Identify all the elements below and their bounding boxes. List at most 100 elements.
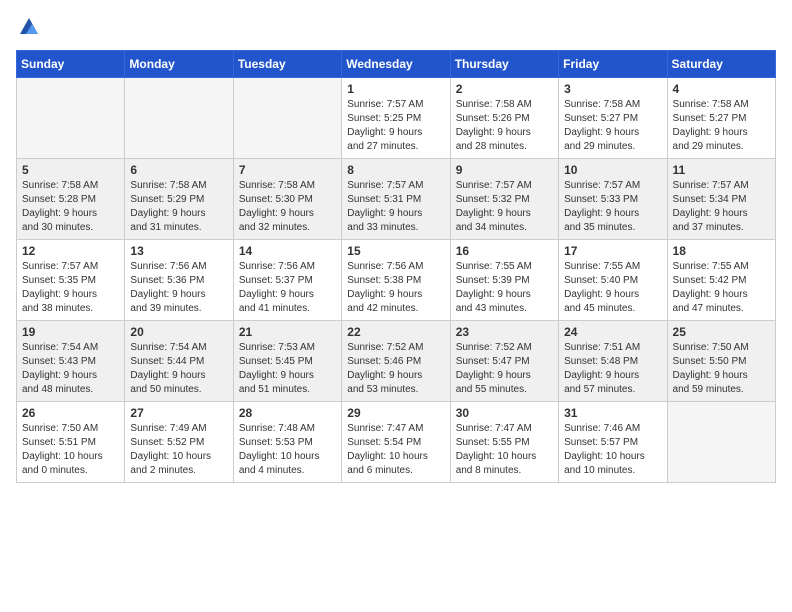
day-info: Sunrise: 7:47 AM Sunset: 5:55 PM Dayligh…	[456, 422, 553, 478]
calendar-day-cell: 23 Sunrise: 7:52 AM Sunset: 5:47 PM Dayli…	[450, 321, 558, 402]
calendar-day-cell: 29 Sunrise: 7:47 AM Sunset: 5:54 PM Dayli…	[342, 402, 450, 483]
calendar-day-cell: 24 Sunrise: 7:51 AM Sunset: 5:48 PM Dayli…	[559, 321, 667, 402]
day-info: Sunrise: 7:58 AM Sunset: 5:26 PM Dayligh…	[456, 98, 553, 154]
day-number: 12	[22, 244, 119, 258]
weekday-header-saturday: Saturday	[667, 51, 775, 78]
day-info: Sunrise: 7:56 AM Sunset: 5:36 PM Dayligh…	[130, 260, 227, 316]
day-info: Sunrise: 7:54 AM Sunset: 5:44 PM Dayligh…	[130, 341, 227, 397]
day-info: Sunrise: 7:46 AM Sunset: 5:57 PM Dayligh…	[564, 422, 661, 478]
calendar-day-cell: 13 Sunrise: 7:56 AM Sunset: 5:36 PM Dayli…	[125, 240, 233, 321]
day-number: 28	[239, 406, 336, 420]
day-number: 5	[22, 163, 119, 177]
day-number: 4	[673, 82, 770, 96]
calendar-day-cell	[233, 78, 341, 159]
calendar-day-cell: 18 Sunrise: 7:55 AM Sunset: 5:42 PM Dayli…	[667, 240, 775, 321]
weekday-header-row: SundayMondayTuesdayWednesdayThursdayFrid…	[17, 51, 776, 78]
day-info: Sunrise: 7:51 AM Sunset: 5:48 PM Dayligh…	[564, 341, 661, 397]
calendar-day-cell	[667, 402, 775, 483]
calendar-day-cell: 15Sunrise: 7:56 AM Sunset: 5:38 PM Dayli…	[342, 240, 450, 321]
calendar-day-cell: 25Sunrise: 7:50 AM Sunset: 5:50 PM Dayli…	[667, 321, 775, 402]
day-number: 10	[564, 163, 661, 177]
day-info: Sunrise: 7:48 AM Sunset: 5:53 PM Dayligh…	[239, 422, 336, 478]
calendar-day-cell	[125, 78, 233, 159]
day-number: 19	[22, 325, 119, 339]
day-info: Sunrise: 7:47 AM Sunset: 5:54 PM Dayligh…	[347, 422, 444, 478]
calendar-day-cell: 10 Sunrise: 7:57 AM Sunset: 5:33 PM Dayli…	[559, 159, 667, 240]
day-number: 6	[130, 163, 227, 177]
day-number: 13	[130, 244, 227, 258]
day-number: 17	[564, 244, 661, 258]
day-number: 22	[347, 325, 444, 339]
day-number: 3	[564, 82, 661, 96]
calendar-day-cell: 11Sunrise: 7:57 AM Sunset: 5:34 PM Dayli…	[667, 159, 775, 240]
weekday-header-thursday: Thursday	[450, 51, 558, 78]
calendar-day-cell: 28 Sunrise: 7:48 AM Sunset: 5:53 PM Dayli…	[233, 402, 341, 483]
day-info: Sunrise: 7:57 AM Sunset: 5:31 PM Dayligh…	[347, 179, 444, 235]
day-number: 21	[239, 325, 336, 339]
calendar-day-cell: 31 Sunrise: 7:46 AM Sunset: 5:57 PM Dayli…	[559, 402, 667, 483]
day-info: Sunrise: 7:58 AM Sunset: 5:29 PM Dayligh…	[130, 179, 227, 235]
day-info: Sunrise: 7:49 AM Sunset: 5:52 PM Dayligh…	[130, 422, 227, 478]
day-info: Sunrise: 7:54 AM Sunset: 5:43 PM Dayligh…	[22, 341, 119, 397]
calendar-day-cell: 5 Sunrise: 7:58 AM Sunset: 5:28 PM Daylig…	[17, 159, 125, 240]
logo-icon	[18, 16, 40, 38]
day-info: Sunrise: 7:58 AM Sunset: 5:27 PM Dayligh…	[564, 98, 661, 154]
day-number: 26	[22, 406, 119, 420]
calendar-week-row: 1 Sunrise: 7:57 AM Sunset: 5:25 PM Daylig…	[17, 78, 776, 159]
day-info: Sunrise: 7:57 AM Sunset: 5:35 PM Dayligh…	[22, 260, 119, 316]
day-number: 24	[564, 325, 661, 339]
calendar-week-row: 5 Sunrise: 7:58 AM Sunset: 5:28 PM Daylig…	[17, 159, 776, 240]
calendar-week-row: 12 Sunrise: 7:57 AM Sunset: 5:35 PM Dayli…	[17, 240, 776, 321]
calendar-day-cell: 30 Sunrise: 7:47 AM Sunset: 5:55 PM Dayli…	[450, 402, 558, 483]
day-number: 23	[456, 325, 553, 339]
calendar-day-cell: 9 Sunrise: 7:57 AM Sunset: 5:32 PM Daylig…	[450, 159, 558, 240]
calendar-day-cell: 8Sunrise: 7:57 AM Sunset: 5:31 PM Daylig…	[342, 159, 450, 240]
calendar-day-cell: 2 Sunrise: 7:58 AM Sunset: 5:26 PM Daylig…	[450, 78, 558, 159]
day-info: Sunrise: 7:57 AM Sunset: 5:33 PM Dayligh…	[564, 179, 661, 235]
day-number: 9	[456, 163, 553, 177]
day-number: 29	[347, 406, 444, 420]
calendar-day-cell	[17, 78, 125, 159]
calendar-day-cell: 21Sunrise: 7:53 AM Sunset: 5:45 PM Dayli…	[233, 321, 341, 402]
day-info: Sunrise: 7:57 AM Sunset: 5:32 PM Dayligh…	[456, 179, 553, 235]
calendar-week-row: 19 Sunrise: 7:54 AM Sunset: 5:43 PM Dayli…	[17, 321, 776, 402]
day-info: Sunrise: 7:50 AM Sunset: 5:51 PM Dayligh…	[22, 422, 119, 478]
day-info: Sunrise: 7:52 AM Sunset: 5:46 PM Dayligh…	[347, 341, 444, 397]
day-info: Sunrise: 7:52 AM Sunset: 5:47 PM Dayligh…	[456, 341, 553, 397]
calendar-day-cell: 22 Sunrise: 7:52 AM Sunset: 5:46 PM Dayli…	[342, 321, 450, 402]
calendar-day-cell: 4 Sunrise: 7:58 AM Sunset: 5:27 PM Daylig…	[667, 78, 775, 159]
calendar-day-cell: 14Sunrise: 7:56 AM Sunset: 5:37 PM Dayli…	[233, 240, 341, 321]
calendar-week-row: 26 Sunrise: 7:50 AM Sunset: 5:51 PM Dayli…	[17, 402, 776, 483]
day-info: Sunrise: 7:55 AM Sunset: 5:39 PM Dayligh…	[456, 260, 553, 316]
day-number: 30	[456, 406, 553, 420]
day-info: Sunrise: 7:55 AM Sunset: 5:42 PM Dayligh…	[673, 260, 770, 316]
day-info: Sunrise: 7:55 AM Sunset: 5:40 PM Dayligh…	[564, 260, 661, 316]
day-info: Sunrise: 7:58 AM Sunset: 5:28 PM Dayligh…	[22, 179, 119, 235]
day-number: 15	[347, 244, 444, 258]
calendar-day-cell: 26 Sunrise: 7:50 AM Sunset: 5:51 PM Dayli…	[17, 402, 125, 483]
day-info: Sunrise: 7:50 AM Sunset: 5:50 PM Dayligh…	[673, 341, 770, 397]
day-number: 2	[456, 82, 553, 96]
day-info: Sunrise: 7:58 AM Sunset: 5:27 PM Dayligh…	[673, 98, 770, 154]
day-number: 14	[239, 244, 336, 258]
weekday-header-sunday: Sunday	[17, 51, 125, 78]
calendar-day-cell: 12 Sunrise: 7:57 AM Sunset: 5:35 PM Dayli…	[17, 240, 125, 321]
calendar-day-cell: 1 Sunrise: 7:57 AM Sunset: 5:25 PM Daylig…	[342, 78, 450, 159]
day-number: 27	[130, 406, 227, 420]
calendar-day-cell: 16Sunrise: 7:55 AM Sunset: 5:39 PM Dayli…	[450, 240, 558, 321]
day-number: 20	[130, 325, 227, 339]
logo	[16, 16, 40, 38]
weekday-header-friday: Friday	[559, 51, 667, 78]
calendar-day-cell: 6 Sunrise: 7:58 AM Sunset: 5:29 PM Daylig…	[125, 159, 233, 240]
day-info: Sunrise: 7:58 AM Sunset: 5:30 PM Dayligh…	[239, 179, 336, 235]
day-info: Sunrise: 7:57 AM Sunset: 5:25 PM Dayligh…	[347, 98, 444, 154]
calendar-day-cell: 17 Sunrise: 7:55 AM Sunset: 5:40 PM Dayli…	[559, 240, 667, 321]
day-number: 1	[347, 82, 444, 96]
day-number: 18	[673, 244, 770, 258]
calendar-day-cell: 7 Sunrise: 7:58 AM Sunset: 5:30 PM Daylig…	[233, 159, 341, 240]
page-header	[16, 16, 776, 38]
calendar-day-cell: 27 Sunrise: 7:49 AM Sunset: 5:52 PM Dayli…	[125, 402, 233, 483]
day-number: 7	[239, 163, 336, 177]
day-number: 11	[673, 163, 770, 177]
day-number: 31	[564, 406, 661, 420]
